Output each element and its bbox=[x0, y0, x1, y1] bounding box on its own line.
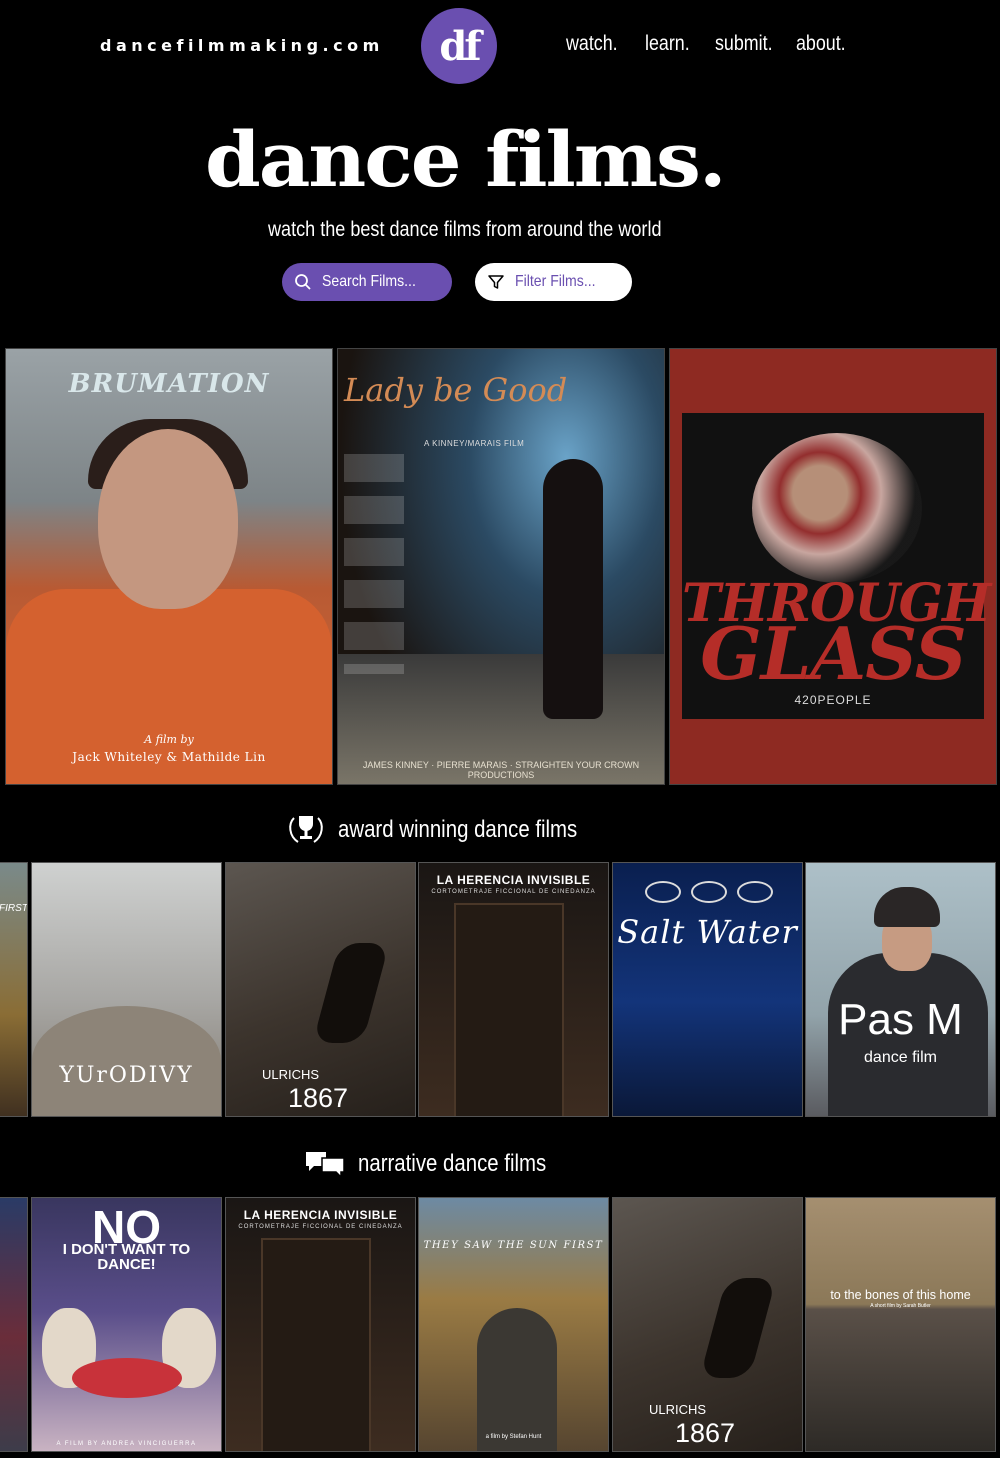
section-title: award winning dance films bbox=[338, 816, 578, 843]
section-heading-narrative[interactable]: narrative dance films bbox=[304, 1148, 579, 1180]
poster-credits: JAMES KINNEY · PIERRE MARAIS · STRAIGHTE… bbox=[362, 760, 640, 780]
laurel-icon bbox=[645, 881, 681, 903]
featured-poster-brumation[interactable]: BRUMATION A film by Jack Whiteley & Math… bbox=[5, 348, 333, 785]
trophy-icon bbox=[289, 816, 323, 843]
poster-title: YUrODIVY bbox=[59, 1063, 194, 1088]
page-subtitle: watch the best dance films from around t… bbox=[268, 218, 662, 241]
section-title: narrative dance films bbox=[358, 1150, 547, 1177]
film-poster-la-herencia-invisible[interactable]: LA HERENCIA INVISIBLE CORTOMETRAJE FICCI… bbox=[225, 1197, 416, 1452]
poster-title: THEY SAW THE SUN FIRST bbox=[423, 1240, 604, 1251]
film-poster-no-i-dont-want-to-dance[interactable]: NO I DON'T WANT TO DANCE! A FILM BY ANDR… bbox=[31, 1197, 222, 1452]
site-url[interactable]: dancefilmmaking.com bbox=[100, 36, 384, 55]
poster-title: to the bones of this home bbox=[830, 1288, 971, 1302]
film-poster[interactable]: FIRST bbox=[0, 862, 28, 1117]
poster-title: Pas M bbox=[838, 995, 963, 1044]
laurel-icon bbox=[737, 881, 773, 903]
poster-company: 420PEOPLE bbox=[794, 693, 872, 707]
film-poster-salt-water[interactable]: Salt Water bbox=[612, 862, 803, 1117]
poster-subtitle: dance film bbox=[864, 1049, 937, 1066]
filter-films-button[interactable]: Filter Films... bbox=[475, 263, 632, 301]
poster-credit: Jack Whiteley & Mathilde Lin bbox=[72, 750, 266, 764]
poster-subtitle: A short film by Sarah Butler bbox=[870, 1303, 931, 1309]
poster-title: BRUMATION bbox=[68, 369, 270, 399]
poster-year: 1867 bbox=[675, 1418, 736, 1448]
nav-link-learn[interactable]: learn. bbox=[645, 32, 690, 56]
film-poster-ulrichs-1867[interactable]: ULRICHS 1867 bbox=[225, 862, 416, 1117]
poster-subtitle: CORTOMETRAJE FICCIONAL DE CINEDANZA bbox=[431, 889, 596, 895]
speech-bubbles-icon bbox=[306, 1152, 345, 1179]
film-poster-yurodivy[interactable]: YUrODIVY bbox=[31, 862, 222, 1117]
poster-year: 1867 bbox=[288, 1083, 349, 1113]
poster-title: Salt Water bbox=[617, 913, 798, 951]
section-heading-award-winning[interactable]: award winning dance films bbox=[286, 812, 619, 848]
poster-credit-prefix: A film by bbox=[144, 733, 194, 746]
nav-link-watch[interactable]: watch. bbox=[566, 32, 618, 56]
logo-text: df bbox=[439, 22, 481, 70]
poster-title: ULRICHS bbox=[649, 1402, 707, 1417]
poster-credit: A FILM BY ANDREA VINCIGUERRA bbox=[56, 1441, 197, 1447]
laurel-icon bbox=[691, 881, 727, 903]
poster-title: ULRICHS bbox=[262, 1067, 320, 1082]
page-title: dance films. bbox=[205, 115, 727, 204]
poster-byline: A KINNEY/MARAIS FILM bbox=[424, 439, 525, 448]
film-poster-ulrichs-1867[interactable]: ULRICHS 1867 bbox=[612, 1197, 803, 1452]
nav-link-about[interactable]: about. bbox=[796, 32, 846, 56]
search-films-button[interactable]: Search Films... bbox=[282, 263, 452, 301]
filter-films-label: Filter Films... bbox=[515, 273, 596, 290]
poster-title: LA HERENCIA INVISIBLE bbox=[436, 873, 591, 887]
poster-title: LA HERENCIA INVISIBLE bbox=[243, 1208, 398, 1222]
nav-link-submit[interactable]: submit. bbox=[715, 32, 773, 56]
poster-credit: a film by Stefan Hunt bbox=[485, 1434, 542, 1440]
search-icon bbox=[295, 274, 311, 290]
film-poster-pas-m[interactable]: Pas M dance film bbox=[805, 862, 996, 1117]
poster-title: Lady be Good bbox=[344, 371, 568, 409]
poster-title: FIRST bbox=[0, 903, 28, 914]
site-logo[interactable]: df bbox=[421, 8, 497, 84]
film-poster-la-herencia-invisible[interactable]: LA HERENCIA INVISIBLE CORTOMETRAJE FICCI… bbox=[418, 862, 609, 1117]
search-films-label: Search Films... bbox=[322, 273, 416, 290]
film-poster-to-the-bones-of-this-home[interactable]: to the bones of this home A short film b… bbox=[805, 1197, 996, 1452]
poster-subtitle: CORTOMETRAJE FICCIONAL DE CINEDANZA bbox=[238, 1224, 403, 1230]
laurels-column bbox=[344, 454, 404, 674]
filter-icon bbox=[488, 275, 504, 289]
featured-poster-lady-be-good[interactable]: Lady be Good A KINNEY/MARAIS FILM JAMES … bbox=[337, 348, 665, 785]
poster-title-line2: GLASS bbox=[700, 611, 966, 696]
poster-subtitle: I DON'T WANT TO DANCE! bbox=[62, 1241, 191, 1273]
film-poster-they-saw-the-sun-first[interactable]: THEY SAW THE SUN FIRST a film by Stefan … bbox=[418, 1197, 609, 1452]
film-poster[interactable] bbox=[0, 1197, 28, 1452]
featured-poster-through-glass[interactable]: THROUGH GLASS 420PEOPLE bbox=[669, 348, 997, 785]
